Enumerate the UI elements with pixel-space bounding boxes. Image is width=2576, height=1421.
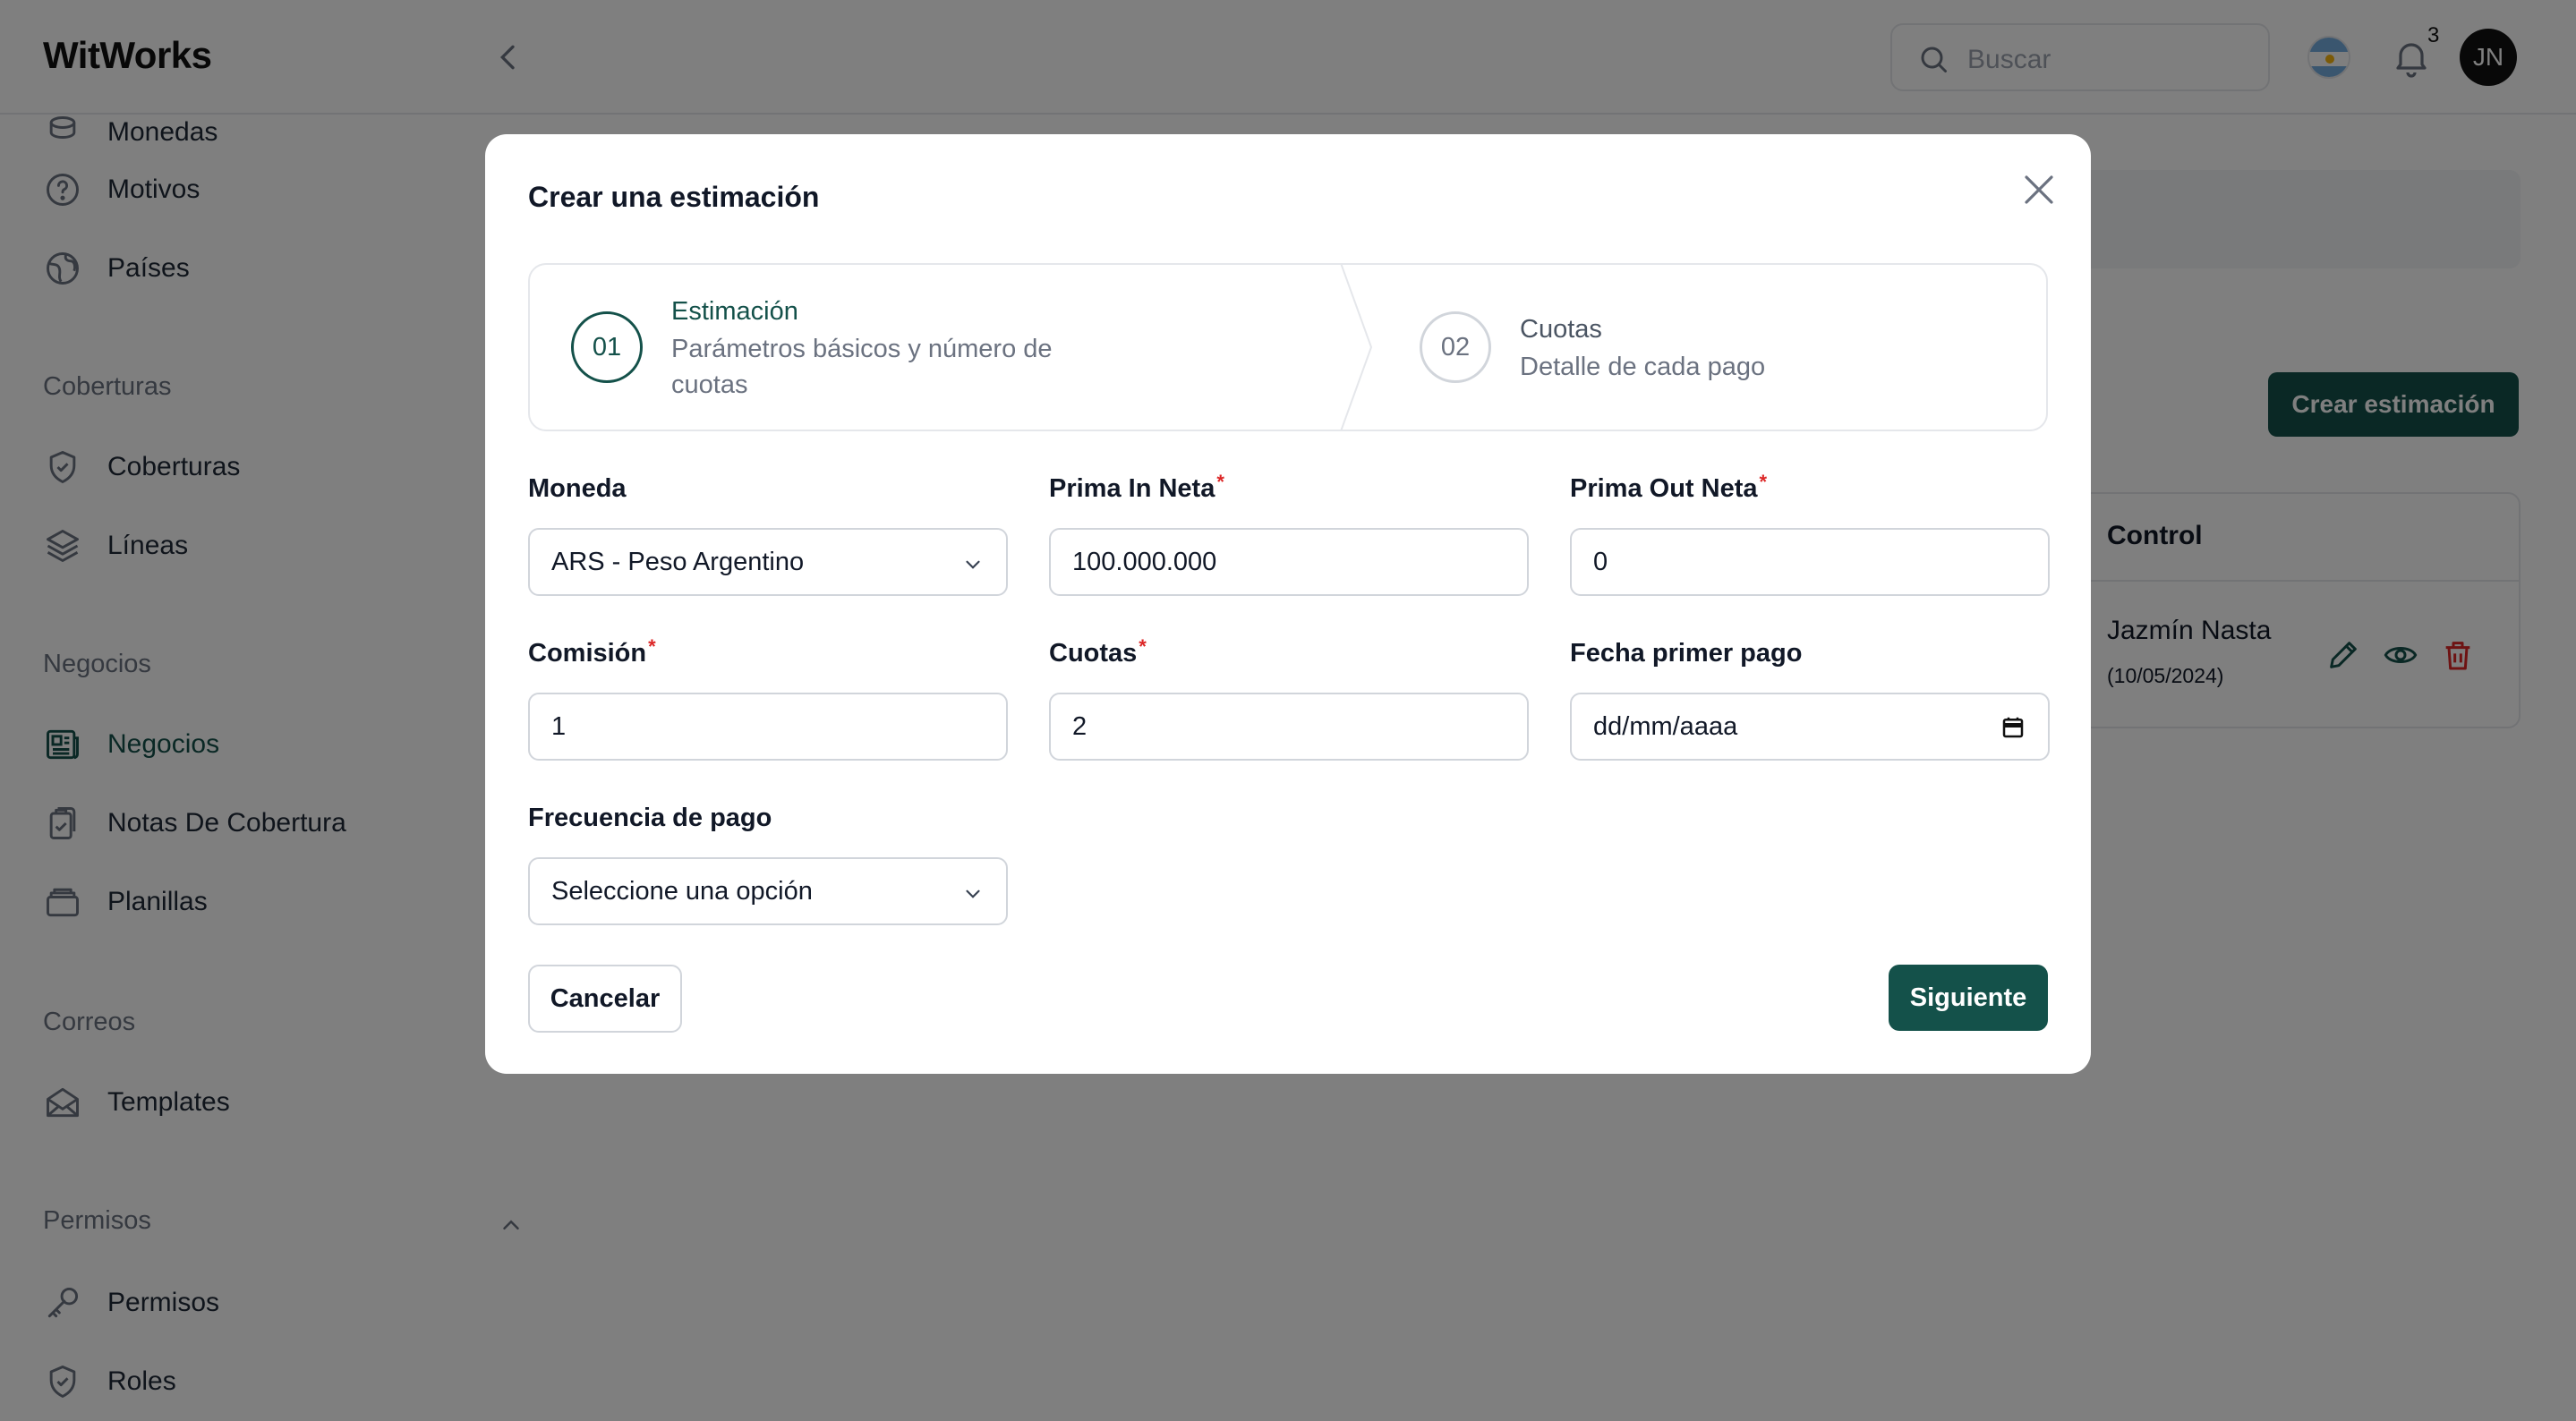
close-icon[interactable] (2017, 168, 2060, 211)
step-2-title: Cuotas (1520, 315, 1602, 344)
moneda-value: ARS - Peso Argentino (551, 547, 805, 576)
chevron-down-icon (966, 560, 980, 569)
comision-value: 1 (551, 711, 567, 741)
crear-estimacion-modal: Crear una estimación 01 Estimación Parám… (485, 134, 2091, 1074)
step-divider (1340, 263, 1373, 431)
next-button[interactable]: Siguiente (1889, 965, 2048, 1031)
prima-in-neta-value: 100.000.000 (1072, 547, 1217, 576)
chevron-down-icon (966, 889, 980, 898)
required-asterisk: * (1216, 471, 1224, 493)
stepper: 01 Estimación Parámetros básicos y númer… (528, 263, 2048, 431)
modal-title: Crear una estimación (528, 181, 820, 213)
required-asterisk: * (1139, 635, 1147, 658)
prima-out-neta-input[interactable]: 0 (1570, 528, 2050, 596)
step-1-title: Estimación (671, 297, 798, 326)
prima-out-neta-value: 0 (1593, 547, 1608, 576)
cancel-button[interactable]: Cancelar (528, 965, 682, 1033)
step-2-subtitle: Detalle de cada pago (1520, 353, 1766, 381)
prima-out-neta-label: Prima Out Neta* (1570, 471, 1768, 503)
prima-in-neta-input[interactable]: 100.000.000 (1049, 528, 1529, 596)
fecha-primer-pago-input[interactable]: dd/mm/aaaa (1570, 693, 2050, 761)
fecha-placeholder: dd/mm/aaaa (1593, 711, 1738, 741)
cuotas-label: Cuotas* (1049, 635, 1147, 668)
calendar-icon[interactable] (2000, 714, 2026, 741)
step-1-subtitle-line2: cuotas (671, 370, 748, 399)
step-2-number[interactable]: 02 (1420, 311, 1491, 383)
cuotas-value: 2 (1072, 711, 1088, 741)
prima-in-neta-label: Prima In Neta* (1049, 471, 1224, 503)
cuotas-input[interactable]: 2 (1049, 693, 1529, 761)
comision-input[interactable]: 1 (528, 693, 1008, 761)
frecuencia-de-pago-select[interactable]: Seleccione una opción (528, 857, 1008, 925)
frecuencia-value: Seleccione una opción (551, 876, 813, 906)
moneda-label: Moneda (528, 474, 627, 503)
step-1-subtitle-line1: Parámetros básicos y número de (671, 335, 1053, 363)
fecha-primer-pago-label: Fecha primer pago (1570, 639, 1803, 668)
moneda-select[interactable]: ARS - Peso Argentino (528, 528, 1008, 596)
step-1-number[interactable]: 01 (571, 311, 643, 383)
frecuencia-de-pago-label: Frecuencia de pago (528, 804, 772, 832)
required-asterisk: * (648, 635, 656, 658)
required-asterisk: * (1759, 471, 1768, 493)
comision-label: Comisión* (528, 635, 656, 668)
